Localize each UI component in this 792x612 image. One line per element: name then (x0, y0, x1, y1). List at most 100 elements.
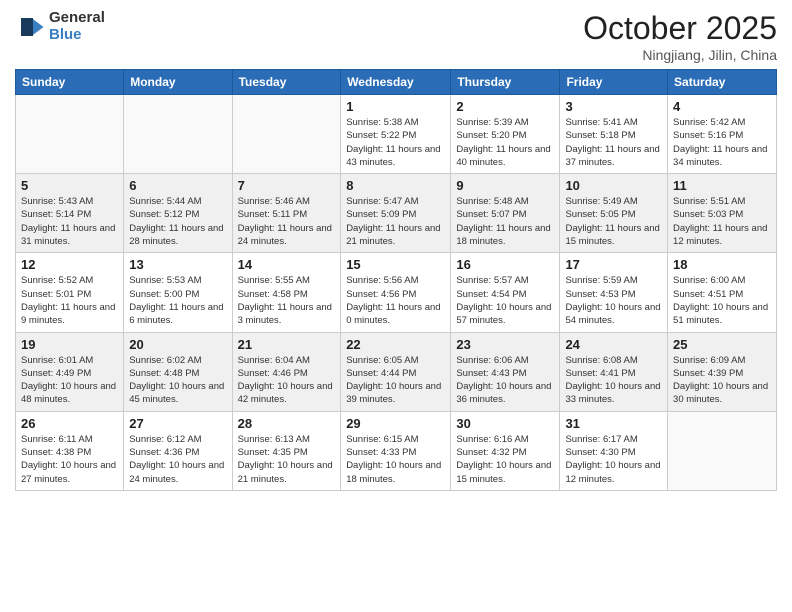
table-row: 7 Sunrise: 5:46 AM Sunset: 5:11 PM Daylig… (232, 174, 341, 253)
day-number: 22 (346, 337, 445, 352)
table-row: 17 Sunrise: 5:59 AM Sunset: 4:53 PM Dayli… (560, 253, 668, 332)
table-row: 15 Sunrise: 5:56 AM Sunset: 4:56 PM Dayli… (341, 253, 451, 332)
day-info: Sunrise: 5:42 AM Sunset: 5:16 PM Dayligh… (673, 116, 771, 169)
day-info: Sunrise: 6:05 AM Sunset: 4:44 PM Dayligh… (346, 354, 445, 407)
day-number: 5 (21, 178, 118, 193)
table-row: 8 Sunrise: 5:47 AM Sunset: 5:09 PM Daylig… (341, 174, 451, 253)
day-info: Sunrise: 5:38 AM Sunset: 5:22 PM Dayligh… (346, 116, 445, 169)
day-info: Sunrise: 5:59 AM Sunset: 4:53 PM Dayligh… (565, 274, 662, 327)
day-number: 20 (129, 337, 226, 352)
table-row: 12 Sunrise: 5:52 AM Sunset: 5:01 PM Dayli… (16, 253, 124, 332)
day-number: 23 (456, 337, 554, 352)
table-row: 26 Sunrise: 6:11 AM Sunset: 4:38 PM Dayli… (16, 411, 124, 490)
table-row: 5 Sunrise: 5:43 AM Sunset: 5:14 PM Daylig… (16, 174, 124, 253)
location: Ningjiang, Jilin, China (583, 47, 777, 63)
day-info: Sunrise: 6:06 AM Sunset: 4:43 PM Dayligh… (456, 354, 554, 407)
day-info: Sunrise: 5:44 AM Sunset: 5:12 PM Dayligh… (129, 195, 226, 248)
day-info: Sunrise: 5:56 AM Sunset: 4:56 PM Dayligh… (346, 274, 445, 327)
day-info: Sunrise: 6:01 AM Sunset: 4:49 PM Dayligh… (21, 354, 118, 407)
calendar-week-row: 1 Sunrise: 5:38 AM Sunset: 5:22 PM Daylig… (16, 95, 777, 174)
table-row: 27 Sunrise: 6:12 AM Sunset: 4:36 PM Dayli… (124, 411, 232, 490)
day-info: Sunrise: 5:52 AM Sunset: 5:01 PM Dayligh… (21, 274, 118, 327)
day-number: 17 (565, 257, 662, 272)
table-row: 10 Sunrise: 5:49 AM Sunset: 5:05 PM Dayli… (560, 174, 668, 253)
logo: General Blue (15, 10, 105, 43)
table-row: 18Sunrise: 6:00 AM Sunset: 4:51 PM Dayli… (668, 253, 777, 332)
day-number: 14 (238, 257, 336, 272)
day-number: 15 (346, 257, 445, 272)
table-row: 23 Sunrise: 6:06 AM Sunset: 4:43 PM Dayli… (451, 332, 560, 411)
day-info: Sunrise: 6:17 AM Sunset: 4:30 PM Dayligh… (565, 433, 662, 486)
calendar-table: Sunday Monday Tuesday Wednesday Thursday… (15, 69, 777, 491)
table-row: 16Sunrise: 5:57 AM Sunset: 4:54 PM Dayli… (451, 253, 560, 332)
day-number: 28 (238, 416, 336, 431)
day-info: Sunrise: 5:49 AM Sunset: 5:05 PM Dayligh… (565, 195, 662, 248)
table-row: 3 Sunrise: 5:41 AM Sunset: 5:18 PM Daylig… (560, 95, 668, 174)
logo-blue-text: Blue (49, 27, 105, 44)
calendar-week-row: 26 Sunrise: 6:11 AM Sunset: 4:38 PM Dayli… (16, 411, 777, 490)
day-info: Sunrise: 6:09 AM Sunset: 4:39 PM Dayligh… (673, 354, 771, 407)
day-number: 31 (565, 416, 662, 431)
calendar-week-row: 19 Sunrise: 6:01 AM Sunset: 4:49 PM Dayli… (16, 332, 777, 411)
day-number: 12 (21, 257, 118, 272)
day-info: Sunrise: 6:11 AM Sunset: 4:38 PM Dayligh… (21, 433, 118, 486)
day-info: Sunrise: 5:47 AM Sunset: 5:09 PM Dayligh… (346, 195, 445, 248)
day-number: 21 (238, 337, 336, 352)
header-wednesday: Wednesday (341, 70, 451, 95)
day-number: 19 (21, 337, 118, 352)
table-row: 22 Sunrise: 6:05 AM Sunset: 4:44 PM Dayli… (341, 332, 451, 411)
table-row: 9 Sunrise: 5:48 AM Sunset: 5:07 PM Daylig… (451, 174, 560, 253)
day-info: Sunrise: 5:46 AM Sunset: 5:11 PM Dayligh… (238, 195, 336, 248)
header-thursday: Thursday (451, 70, 560, 95)
table-row: 13Sunrise: 5:53 AM Sunset: 5:00 PM Dayli… (124, 253, 232, 332)
header-tuesday: Tuesday (232, 70, 341, 95)
table-row: 14Sunrise: 5:55 AM Sunset: 4:58 PM Dayli… (232, 253, 341, 332)
table-row: 11Sunrise: 5:51 AM Sunset: 5:03 PM Dayli… (668, 174, 777, 253)
header-friday: Friday (560, 70, 668, 95)
day-number: 10 (565, 178, 662, 193)
calendar-week-row: 12 Sunrise: 5:52 AM Sunset: 5:01 PM Dayli… (16, 253, 777, 332)
day-number: 25 (673, 337, 771, 352)
table-row: 19 Sunrise: 6:01 AM Sunset: 4:49 PM Dayli… (16, 332, 124, 411)
table-row: 25 Sunrise: 6:09 AM Sunset: 4:39 PM Dayli… (668, 332, 777, 411)
title-block: October 2025 Ningjiang, Jilin, China (583, 10, 777, 63)
table-row: 21 Sunrise: 6:04 AM Sunset: 4:46 PM Dayli… (232, 332, 341, 411)
weekday-header-row: Sunday Monday Tuesday Wednesday Thursday… (16, 70, 777, 95)
day-number: 6 (129, 178, 226, 193)
day-info: Sunrise: 6:02 AM Sunset: 4:48 PM Dayligh… (129, 354, 226, 407)
day-info: Sunrise: 5:48 AM Sunset: 5:07 PM Dayligh… (456, 195, 554, 248)
table-row: 30Sunrise: 6:16 AM Sunset: 4:32 PM Dayli… (451, 411, 560, 490)
day-number: 8 (346, 178, 445, 193)
day-info: Sunrise: 5:43 AM Sunset: 5:14 PM Dayligh… (21, 195, 118, 248)
header-saturday: Saturday (668, 70, 777, 95)
day-number: 13 (129, 257, 226, 272)
header-sunday: Sunday (16, 70, 124, 95)
day-info: Sunrise: 5:41 AM Sunset: 5:18 PM Dayligh… (565, 116, 662, 169)
table-row: 24 Sunrise: 6:08 AM Sunset: 4:41 PM Dayli… (560, 332, 668, 411)
day-number: 1 (346, 99, 445, 114)
day-info: Sunrise: 6:04 AM Sunset: 4:46 PM Dayligh… (238, 354, 336, 407)
logo-icon (15, 12, 45, 42)
logo-general-text: General (49, 10, 105, 27)
day-number: 11 (673, 178, 771, 193)
table-row: 20 Sunrise: 6:02 AM Sunset: 4:48 PM Dayli… (124, 332, 232, 411)
table-row (668, 411, 777, 490)
day-number: 27 (129, 416, 226, 431)
day-info: Sunrise: 6:15 AM Sunset: 4:33 PM Dayligh… (346, 433, 445, 486)
day-number: 3 (565, 99, 662, 114)
day-number: 9 (456, 178, 554, 193)
day-number: 24 (565, 337, 662, 352)
day-info: Sunrise: 6:08 AM Sunset: 4:41 PM Dayligh… (565, 354, 662, 407)
day-number: 26 (21, 416, 118, 431)
day-info: Sunrise: 6:16 AM Sunset: 4:32 PM Dayligh… (456, 433, 554, 486)
day-number: 18 (673, 257, 771, 272)
table-row: 4Sunrise: 5:42 AM Sunset: 5:16 PM Daylig… (668, 95, 777, 174)
day-number: 7 (238, 178, 336, 193)
table-row (232, 95, 341, 174)
calendar-week-row: 5 Sunrise: 5:43 AM Sunset: 5:14 PM Daylig… (16, 174, 777, 253)
table-row (16, 95, 124, 174)
day-number: 29 (346, 416, 445, 431)
day-info: Sunrise: 5:39 AM Sunset: 5:20 PM Dayligh… (456, 116, 554, 169)
header-monday: Monday (124, 70, 232, 95)
day-info: Sunrise: 6:12 AM Sunset: 4:36 PM Dayligh… (129, 433, 226, 486)
